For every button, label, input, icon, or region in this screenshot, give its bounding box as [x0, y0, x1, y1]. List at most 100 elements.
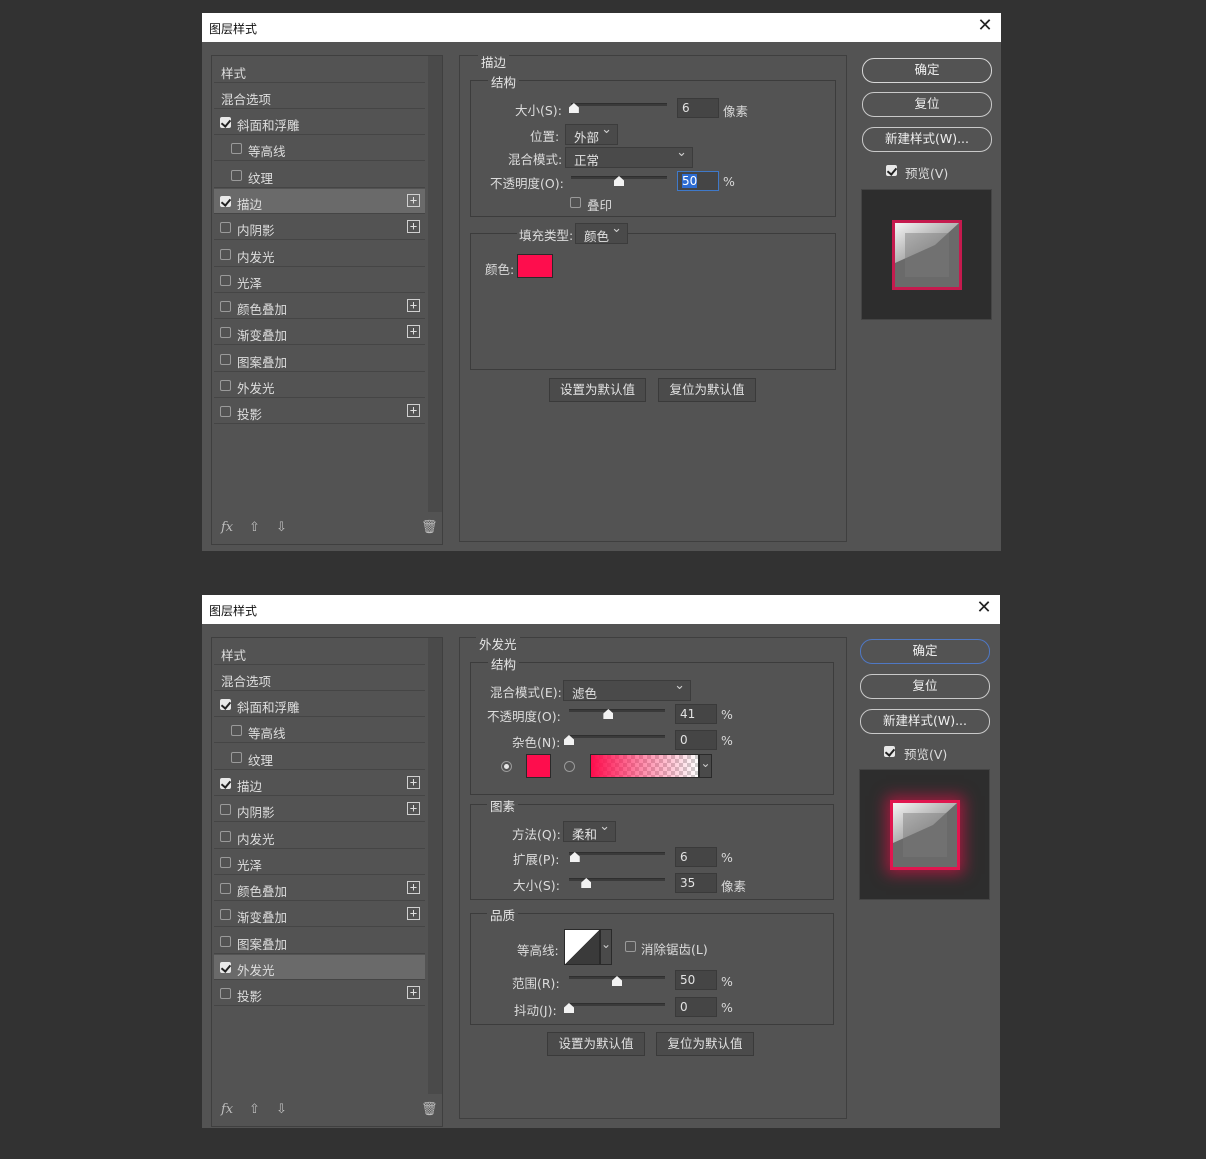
range-input[interactable]: 50 [675, 970, 717, 990]
add-instance-icon[interactable]: + [407, 325, 420, 339]
style-item-checkbox[interactable] [220, 856, 231, 868]
trash-icon[interactable]: 🗑 [421, 1102, 438, 1117]
style-item[interactable]: 光泽 [214, 267, 425, 293]
blend-mode-select[interactable]: 正常 [565, 145, 693, 168]
fx-icon[interactable]: fx [221, 1102, 233, 1117]
fx-icon[interactable]: fx [221, 520, 233, 535]
style-item-checkbox[interactable] [220, 222, 231, 234]
trash-icon[interactable]: 🗑 [421, 520, 438, 535]
new-style-button[interactable]: 新建样式(W)... [860, 709, 990, 734]
position-select[interactable]: 外部 [565, 122, 618, 145]
style-item-checkbox[interactable] [220, 935, 231, 947]
size-slider[interactable] [569, 878, 665, 881]
blend-mode-select[interactable]: 滤色 [563, 678, 691, 701]
jitter-input[interactable]: 0 [675, 997, 717, 1017]
style-item[interactable]: 内阴影 + [214, 215, 425, 241]
style-item[interactable]: 纹理 [214, 162, 425, 188]
style-item[interactable]: 投影 + [214, 981, 425, 1007]
glow-color-swatch[interactable] [526, 754, 551, 778]
add-instance-icon[interactable]: + [407, 193, 420, 207]
reset-default-button[interactable]: 复位为默认值 [658, 378, 756, 402]
add-instance-icon[interactable]: + [407, 775, 420, 789]
add-instance-icon[interactable]: + [407, 881, 420, 895]
styles-header[interactable]: 样式 [214, 640, 425, 665]
styles-list-scrollbar[interactable] [428, 56, 442, 512]
styles-header[interactable]: 样式 [214, 58, 425, 83]
style-item-checkbox[interactable] [231, 169, 242, 181]
style-item-checkbox[interactable] [220, 195, 231, 207]
move-up-icon[interactable]: ⇧ [249, 520, 260, 535]
style-item-checkbox[interactable] [220, 988, 231, 1000]
stroke-color-swatch[interactable] [517, 254, 553, 278]
set-default-button[interactable]: 设置为默认值 [547, 1032, 645, 1056]
style-item-checkbox[interactable] [220, 777, 231, 789]
add-instance-icon[interactable]: + [407, 404, 420, 418]
style-item[interactable]: 外发光 [214, 373, 425, 398]
style-item-checkbox[interactable] [220, 406, 231, 418]
size-slider[interactable] [571, 103, 667, 106]
opacity-input[interactable]: 50 [677, 171, 719, 191]
reset-button[interactable]: 复位 [862, 92, 992, 117]
style-item-checkbox[interactable] [220, 248, 231, 260]
method-select[interactable]: 柔和 [563, 819, 616, 842]
style-item[interactable]: 渐变叠加 + [214, 320, 425, 346]
add-instance-icon[interactable]: + [407, 299, 420, 313]
preview-checkbox[interactable] [884, 746, 895, 757]
style-item[interactable]: 内发光 [214, 241, 425, 267]
move-up-icon[interactable]: ⇧ [249, 1102, 260, 1117]
style-item[interactable]: 光泽 [214, 849, 425, 875]
style-item[interactable]: 外发光 [214, 955, 425, 980]
close-icon[interactable]: ✕ [975, 16, 995, 36]
close-icon[interactable]: ✕ [974, 598, 994, 618]
move-down-icon[interactable]: ⇩ [276, 520, 287, 535]
ok-button[interactable]: 确定 [862, 58, 992, 83]
style-item[interactable]: 图案叠加 [214, 346, 425, 372]
move-down-icon[interactable]: ⇩ [276, 1102, 287, 1117]
size-input[interactable]: 35 [675, 873, 717, 893]
style-item[interactable]: 内阴影 + [214, 797, 425, 823]
style-item[interactable]: 投影 + [214, 399, 425, 425]
blend-options-item[interactable]: 混合选项 [214, 666, 425, 691]
style-item-checkbox[interactable] [220, 274, 231, 286]
fill-type-select[interactable]: 颜色 [575, 221, 628, 244]
style-item[interactable]: 图案叠加 [214, 928, 425, 954]
add-instance-icon[interactable]: + [407, 907, 420, 921]
style-item[interactable]: 描边 + [214, 770, 425, 796]
new-style-button[interactable]: 新建样式(W)... [862, 127, 992, 152]
reset-default-button[interactable]: 复位为默认值 [656, 1032, 754, 1056]
style-item-checkbox[interactable] [220, 883, 231, 895]
style-item-checkbox[interactable] [231, 143, 242, 155]
contour-picker[interactable] [564, 929, 600, 965]
style-item-checkbox[interactable] [220, 699, 231, 710]
gradient-radio[interactable] [564, 761, 575, 772]
noise-slider[interactable] [569, 735, 665, 738]
style-item[interactable]: 等高线 [214, 718, 425, 744]
add-instance-icon[interactable]: + [407, 802, 420, 816]
opacity-input[interactable]: 41 [675, 704, 717, 724]
contour-dropdown-icon[interactable]: ⌄ [600, 929, 612, 965]
solid-color-radio[interactable] [501, 761, 512, 772]
add-instance-icon[interactable]: + [407, 220, 420, 234]
opacity-slider[interactable] [569, 709, 665, 712]
style-item-checkbox[interactable] [220, 117, 231, 128]
jitter-slider[interactable] [569, 1003, 665, 1006]
add-instance-icon[interactable]: + [407, 986, 420, 1000]
style-item-checkbox[interactable] [220, 909, 231, 921]
spread-input[interactable]: 6 [675, 847, 717, 867]
style-item[interactable]: 纹理 [214, 744, 425, 770]
style-item[interactable]: 斜面和浮雕 [214, 692, 425, 717]
glow-gradient-picker[interactable] [590, 754, 699, 778]
styles-list-scrollbar[interactable] [428, 638, 442, 1094]
gradient-dropdown-icon[interactable]: ⌄ [699, 754, 712, 778]
style-item-checkbox[interactable] [220, 353, 231, 365]
range-slider[interactable] [569, 976, 665, 979]
reset-button[interactable]: 复位 [860, 674, 990, 699]
style-item-checkbox[interactable] [220, 830, 231, 842]
style-item-checkbox[interactable] [220, 380, 231, 391]
blend-options-item[interactable]: 混合选项 [214, 84, 425, 109]
opacity-slider[interactable] [571, 176, 667, 179]
antialias-checkbox[interactable] [625, 941, 636, 952]
style-item-checkbox[interactable] [231, 725, 242, 737]
style-item-checkbox[interactable] [220, 327, 231, 339]
ok-button[interactable]: 确定 [860, 639, 990, 664]
